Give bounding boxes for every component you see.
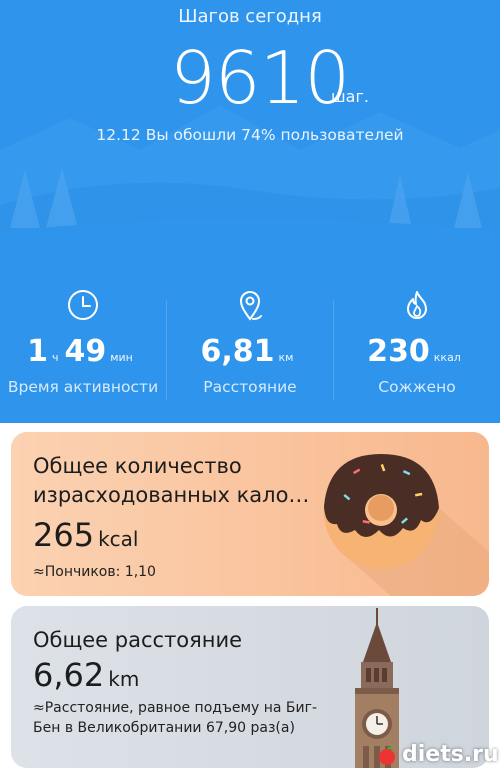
calories-value: 265	[33, 516, 95, 554]
apple-logo-icon	[379, 745, 395, 765]
distance-total-unit: km	[108, 667, 140, 691]
calories-card[interactable]: Общее количество израсходованных кало… 2…	[11, 432, 489, 596]
steps-count: 9610	[170, 36, 350, 120]
distance-value: 6,81	[200, 334, 275, 369]
active-time-label: Время активности	[7, 378, 159, 396]
active-minutes: 49	[64, 334, 107, 369]
calories-unit: kcal	[98, 527, 139, 551]
watermark-text: diets.ru	[402, 742, 499, 767]
calories-card-title: Общее количество израсходованных кало…	[33, 454, 310, 507]
minutes-unit: мин	[110, 351, 133, 364]
distance-label: Расстояние	[203, 378, 297, 396]
donuts-equivalent: ≈Пончиков: 1,10	[33, 564, 156, 580]
distance-card-title: Общее расстояние	[33, 628, 243, 652]
steps-unit: шаг.	[331, 87, 369, 106]
flame-icon	[334, 288, 500, 334]
distance-stat[interactable]: 6,81 км Расстояние	[167, 288, 333, 396]
active-hours: 1	[27, 334, 48, 369]
watermark: diets.ru	[376, 742, 499, 767]
burned-value: 230	[367, 334, 430, 369]
burned-label: Сожжено	[378, 378, 456, 396]
today-summary-panel: Шагов сегодня 9610 шаг. 12.12 Вы обошли …	[0, 0, 500, 423]
distance-unit: км	[278, 351, 294, 364]
hours-unit: ч	[51, 351, 59, 364]
location-pin-icon	[167, 288, 333, 334]
clock-icon	[0, 288, 166, 334]
calories-burned-stat[interactable]: 230 ккал Сожжено	[334, 288, 500, 396]
ranking-text: 12.12 Вы обошли 74% пользователей	[96, 126, 404, 144]
burned-unit: ккал	[433, 351, 461, 364]
distance-total: 6,62 km	[33, 656, 139, 694]
steps-today-title: Шагов сегодня	[178, 6, 322, 27]
big-ben-equivalent: ≈Расстояние, равное подъему на Биг-Бен в…	[33, 700, 318, 736]
active-time-stat[interactable]: 1 ч 49 мин Время активности	[0, 288, 166, 396]
calories-total: 265 kcal	[33, 516, 138, 554]
distance-total-value: 6,62	[33, 656, 105, 694]
